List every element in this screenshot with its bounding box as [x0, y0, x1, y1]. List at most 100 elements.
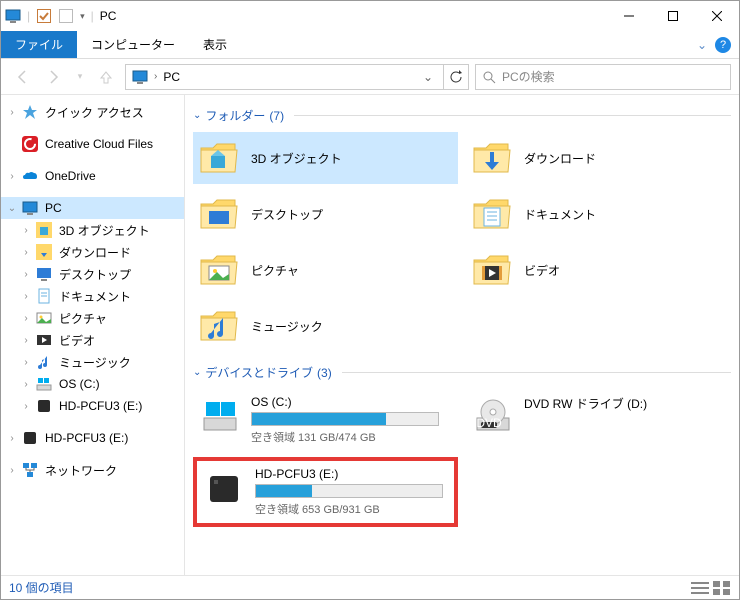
- maximize-button[interactable]: [651, 1, 695, 31]
- back-button[interactable]: [9, 64, 35, 90]
- pc-icon: [21, 199, 39, 217]
- drive-free-text: 空き領域 131 GB/474 GB: [251, 429, 452, 445]
- sidebar-item[interactable]: › 3D オブジェクト: [1, 219, 184, 241]
- sidebar-item-label: ネットワーク: [45, 462, 117, 479]
- up-button[interactable]: [93, 64, 119, 90]
- pictures-icon: [197, 248, 241, 292]
- pc-icon: [5, 8, 21, 24]
- tree-twisty-icon[interactable]: ›: [19, 267, 33, 281]
- search-input[interactable]: PCの検索: [475, 64, 731, 90]
- tree-twisty-icon[interactable]: ›: [5, 463, 19, 477]
- music-icon: [35, 353, 53, 371]
- qat-dropdown-icon[interactable]: ▾: [80, 11, 85, 22]
- folder-item[interactable]: ドキュメント: [466, 188, 731, 240]
- blank-icon[interactable]: [58, 8, 74, 24]
- tree-twisty-icon[interactable]: ›: [19, 245, 33, 259]
- group-header-folders[interactable]: ⌄ フォルダー (7): [193, 107, 731, 124]
- status-bar: 10 個の項目: [1, 575, 739, 599]
- tree-twisty-icon[interactable]: ›: [19, 399, 33, 413]
- sidebar-item[interactable]: ›OS (C:): [1, 373, 184, 395]
- tree-twisty-icon[interactable]: ›: [19, 311, 33, 325]
- checkbox-icon[interactable]: [36, 8, 52, 24]
- tree-twisty-icon[interactable]: ›: [5, 169, 19, 183]
- downloads-icon: [35, 243, 53, 261]
- details-view-button[interactable]: [691, 581, 709, 595]
- tree-twisty-icon[interactable]: [5, 137, 19, 151]
- folder-item[interactable]: ダウンロード: [466, 132, 731, 184]
- group-header-drives[interactable]: ⌄ デバイスとドライブ (3): [193, 364, 731, 381]
- help-icon[interactable]: ?: [715, 37, 731, 53]
- recent-dropdown-icon[interactable]: ▾: [73, 64, 87, 90]
- sidebar-item[interactable]: ›クイック アクセス: [1, 101, 184, 123]
- sidebar-item-label: 3D オブジェクト: [59, 222, 150, 239]
- forward-button[interactable]: [41, 64, 67, 90]
- sidebar-item[interactable]: › HD-PCFU3 (E:): [1, 395, 184, 417]
- folder-label: ピクチャ: [251, 262, 299, 279]
- folder-item[interactable]: 3D オブジェクト: [193, 132, 458, 184]
- address-dropdown-icon[interactable]: ⌄: [419, 70, 437, 84]
- quick-access-icon: [21, 103, 39, 121]
- ribbon-tab-view[interactable]: 表示: [189, 31, 241, 58]
- ribbon-expand-icon[interactable]: ⌄: [697, 38, 707, 52]
- tree-twisty-icon[interactable]: ›: [19, 333, 33, 347]
- sidebar-item[interactable]: › ドキュメント: [1, 285, 184, 307]
- sidebar-item[interactable]: › ネットワーク: [1, 459, 184, 481]
- sidebar-item-label: OneDrive: [45, 169, 96, 183]
- sidebar-item[interactable]: ›ダウンロード: [1, 241, 184, 263]
- icons-view-button[interactable]: [713, 581, 731, 595]
- drive-ext-icon: [35, 397, 53, 415]
- sidebar-item[interactable]: ›ビデオ: [1, 329, 184, 351]
- search-placeholder: PCの検索: [502, 68, 555, 85]
- tree-twisty-icon[interactable]: ›: [19, 377, 33, 391]
- sidebar-item[interactable]: ›ピクチャ: [1, 307, 184, 329]
- close-button[interactable]: [695, 1, 739, 31]
- documents-icon: [470, 192, 514, 236]
- navigation-pane[interactable]: ›クイック アクセス Creative Cloud Files › OneDrive ⌄…: [1, 95, 185, 575]
- folder-item[interactable]: ピクチャ: [193, 244, 458, 296]
- address-bar[interactable]: › PC ⌄: [125, 64, 444, 90]
- sidebar-item-label: ドキュメント: [59, 288, 131, 305]
- tree-twisty-icon[interactable]: ›: [5, 105, 19, 119]
- drive-item[interactable]: DVDDVD RW ドライブ (D:): [466, 389, 731, 451]
- folder-label: ドキュメント: [524, 206, 596, 223]
- sidebar-item[interactable]: Creative Cloud Files: [1, 133, 184, 155]
- tree-twisty-icon[interactable]: ›: [5, 431, 19, 445]
- sidebar-item[interactable]: › OneDrive: [1, 165, 184, 187]
- drive-usage-bar: [255, 484, 443, 498]
- divider: [342, 372, 731, 373]
- sidebar-item-label: ミュージック: [59, 354, 131, 371]
- sidebar-item[interactable]: › ミュージック: [1, 351, 184, 373]
- content-pane[interactable]: ⌄ フォルダー (7) 3D オブジェクトダウンロードデスクトップ ドキュメントピ…: [185, 95, 739, 575]
- folder-item[interactable]: ミュージック: [193, 300, 458, 352]
- folder-item[interactable]: ビデオ: [466, 244, 731, 296]
- divider: |: [91, 9, 94, 23]
- tree-twisty-icon[interactable]: ›: [19, 355, 33, 369]
- videos-icon: [35, 331, 53, 349]
- sidebar-item-label: Creative Cloud Files: [45, 137, 153, 151]
- sidebar-item[interactable]: ›デスクトップ: [1, 263, 184, 285]
- tree-twisty-icon[interactable]: ⌄: [5, 201, 19, 215]
- drive-name: DVD RW ドライブ (D:): [524, 395, 725, 412]
- window-title: PC: [100, 9, 117, 23]
- titlebar: | ▾ | PC: [1, 1, 739, 31]
- breadcrumb-chevron-icon[interactable]: ›: [154, 71, 157, 82]
- ribbon-tab-file[interactable]: ファイル: [1, 31, 77, 58]
- tree-twisty-icon[interactable]: ›: [19, 289, 33, 303]
- status-item-count: 10 個の項目: [9, 579, 74, 596]
- sidebar-item[interactable]: ›HD-PCFU3 (E:): [1, 427, 184, 449]
- minimize-button[interactable]: [607, 1, 651, 31]
- refresh-button[interactable]: [443, 64, 469, 90]
- breadcrumb-location[interactable]: PC: [163, 70, 180, 84]
- drive-item[interactable]: OS (C:)空き領域 131 GB/474 GB: [193, 389, 458, 451]
- folder-label: ミュージック: [251, 318, 323, 335]
- group-count: (7): [269, 109, 284, 123]
- sidebar-item-label: HD-PCFU3 (E:): [59, 399, 142, 413]
- tree-twisty-icon[interactable]: ›: [19, 223, 33, 237]
- drive-item[interactable]: HD-PCFU3 (E:)空き領域 653 GB/931 GB: [193, 457, 458, 527]
- ribbon-tab-computer[interactable]: コンピューター: [77, 31, 189, 58]
- drive-usage-bar: [251, 412, 439, 426]
- search-icon: [482, 70, 496, 84]
- folder-item[interactable]: デスクトップ: [193, 188, 458, 240]
- folder-label: デスクトップ: [251, 206, 323, 223]
- sidebar-item[interactable]: ⌄PC: [1, 197, 184, 219]
